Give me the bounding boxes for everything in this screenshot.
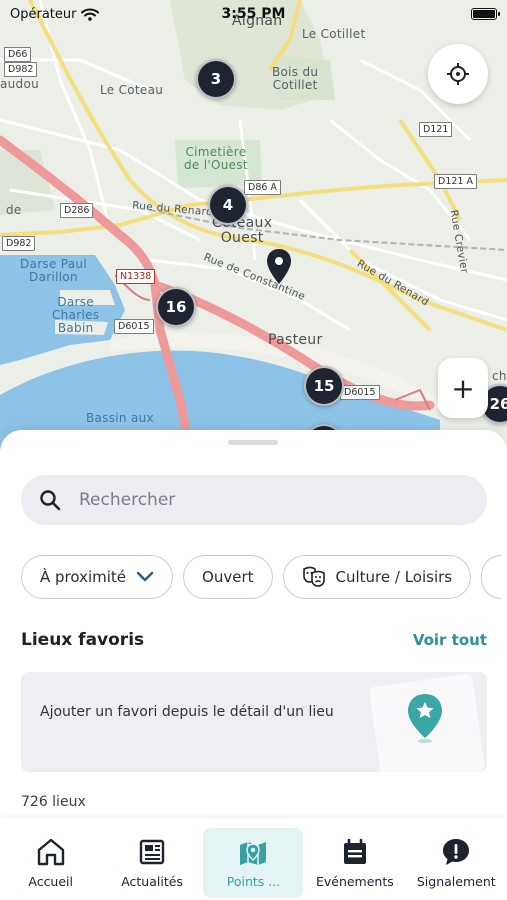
map-label-darse-paul-darillon: Darse Paul Darillon [20, 257, 87, 285]
search-bar[interactable] [21, 475, 487, 525]
tab-label: Accueil [28, 874, 73, 889]
tab-points[interactable]: Points ... [203, 828, 304, 898]
filter-chip-culture[interactable]: Culture / Loisirs [282, 555, 472, 599]
favorites-title: Lieux favoris [21, 630, 145, 650]
road-badge: D6015 [114, 319, 154, 334]
tab-evenements[interactable]: Evénements [305, 828, 405, 898]
map-label-le-coteau: Le Coteau [100, 83, 164, 97]
battery-icon [471, 8, 500, 20]
map-label-darse-charles-babin: Darse Charles Babin [52, 295, 100, 336]
calendar-icon [343, 838, 366, 864]
road-badge: D86 A [244, 180, 281, 195]
map-label-de: de [6, 203, 22, 217]
carrier: Opérateur [10, 6, 100, 22]
alert-bubble-icon [443, 839, 470, 865]
filter-chip-open[interactable]: Ouvert [183, 555, 273, 599]
locate-me-button[interactable] [428, 44, 488, 104]
filter-chip-more[interactable] [481, 555, 502, 599]
home-icon [37, 838, 64, 866]
map-cluster-marker[interactable]: 16 [156, 287, 196, 327]
tab-label: Signalement [416, 874, 496, 889]
favorites-empty-card: Ajouter un favori depuis le détail d'un … [21, 672, 487, 772]
chevron-down-icon [136, 571, 154, 582]
theater-masks-icon [302, 566, 325, 587]
map-label-audou: audou [0, 77, 40, 91]
map-label-pasteur: Pasteur [268, 332, 323, 348]
tab-accueil[interactable]: Accueil [1, 828, 101, 898]
favorites-header: Lieux favoris Voir tout [21, 630, 487, 650]
road-badge: D121 [419, 122, 453, 137]
search-input[interactable] [79, 490, 439, 510]
road-badge: D982 [2, 236, 36, 251]
wifi-icon [81, 8, 100, 21]
map-view[interactable]: Aignan Le Cotillet Bois du Cotillet Le C… [0, 0, 507, 450]
newspaper-icon [139, 839, 165, 865]
tab-label: Points ... [226, 874, 281, 889]
map-label-bassin-aux: Bassin aux [86, 411, 154, 425]
crosshair-icon [447, 63, 469, 85]
map-label-ch: ch [492, 369, 507, 383]
zoom-in-button[interactable]: + [438, 358, 488, 418]
map-label-le-cotillet: Le Cotillet [302, 27, 366, 41]
tab-signalement[interactable]: Signalement [406, 828, 506, 898]
road-badge: N1338 [116, 269, 156, 284]
tab-label: Evénements [315, 874, 394, 889]
map-cluster-marker[interactable]: 15 [304, 366, 344, 406]
filter-chip-label: Ouvert [202, 568, 254, 586]
tab-label: Actualités [121, 874, 183, 889]
map-label-bois-du-cotillet: Bois du Cotillet [272, 65, 319, 93]
road-badge: D286 [60, 203, 94, 218]
map-cluster-marker[interactable]: 3 [196, 59, 236, 99]
places-count: 726 lieux [21, 794, 86, 810]
location-pin-icon[interactable] [265, 248, 293, 286]
status-bar: Opérateur 3:55 PM [0, 0, 507, 28]
map-cluster-marker[interactable]: 4 [208, 185, 248, 225]
filter-chip-nearby[interactable]: À proximité [21, 555, 174, 599]
favorite-pin-icon [408, 694, 442, 743]
search-icon [40, 490, 61, 511]
tab-bar: Accueil Actualités Points ... Evénements [0, 818, 507, 900]
carrier-name: Opérateur [10, 6, 77, 22]
filter-chip-label: Culture / Loisirs [335, 568, 453, 586]
map-pin-icon [240, 842, 267, 865]
tab-actualites[interactable]: Actualités [102, 828, 202, 898]
filter-chip-label: À proximité [40, 568, 127, 586]
filter-chips: À proximité Ouvert Culture / Loisirs [21, 555, 502, 599]
road-badge: D982 [4, 62, 38, 77]
road-badge: D121 A [434, 174, 477, 189]
favorites-empty-text: Ajouter un favori depuis le détail d'un … [40, 704, 334, 720]
road-badge: D6015 [340, 385, 380, 400]
sheet-drag-handle[interactable] [228, 440, 278, 445]
see-all-link[interactable]: Voir tout [413, 631, 487, 649]
road-badge: D66 [4, 47, 32, 62]
map-label-cimetiere: Cimetière de l'Ouest [184, 145, 248, 173]
